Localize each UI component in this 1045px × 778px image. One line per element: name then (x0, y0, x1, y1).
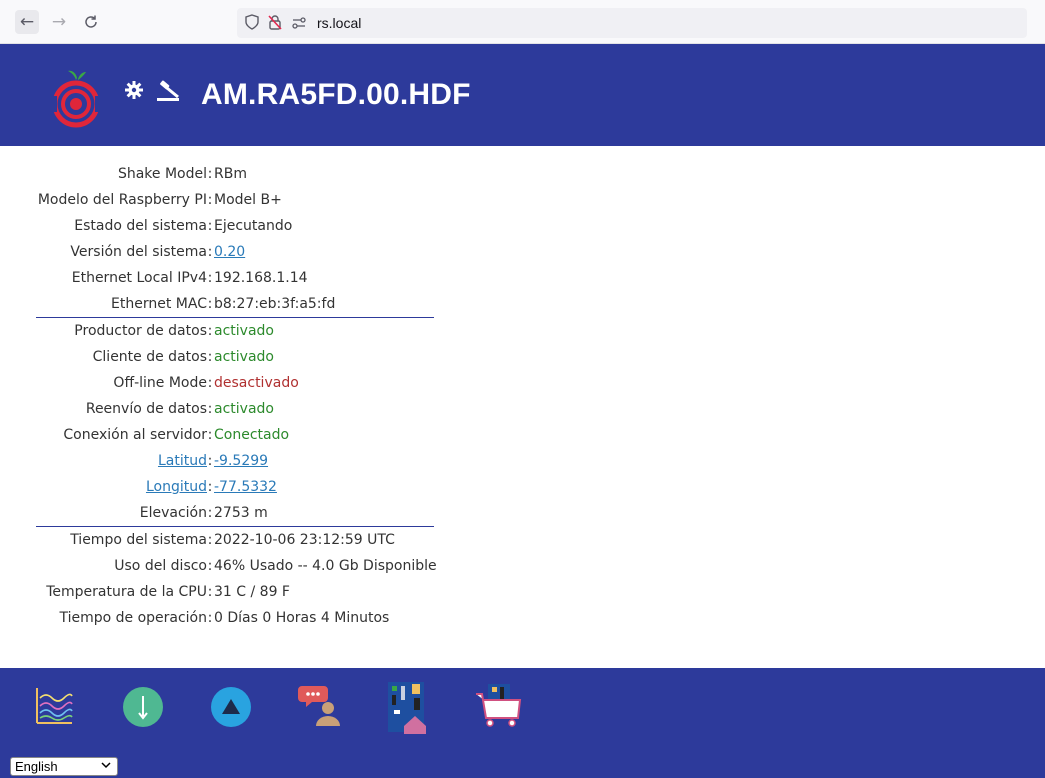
info-label: Versión del sistema (70, 244, 207, 260)
upload-icon[interactable] (210, 686, 252, 733)
shop-cart-icon[interactable] (474, 682, 524, 733)
info-label: Cliente de datos (92, 349, 207, 365)
info-label: Estado del sistema (74, 218, 207, 234)
info-row: Conexión al servidor: Conectado (0, 422, 440, 448)
status-value: desactivado (214, 375, 299, 391)
info-value: Model B+ (214, 192, 282, 208)
longitude-link[interactable]: Longitud (146, 479, 207, 495)
latitude-value-link[interactable]: -9.5299 (213, 453, 268, 469)
info-value: 0 Días 0 Horas 4 Minutos (214, 610, 390, 626)
info-value: 192.168.1.14 (214, 270, 308, 286)
download-icon[interactable] (122, 686, 164, 733)
back-icon[interactable]: ← (15, 10, 39, 34)
info-row: Ethernet Local IPv4:192.168.1.14 (0, 265, 440, 291)
latitude-link[interactable]: Latitud (158, 453, 207, 469)
status-value: activado (214, 349, 274, 365)
info-row: Tiempo de operación:0 Días 0 Horas 4 Min… (0, 605, 440, 631)
info-row: Versión del sistema:0.20 (0, 239, 440, 265)
info-row: Cliente de datos: activado (0, 344, 440, 370)
info-label: Tiempo del sistema (70, 532, 207, 548)
insecure-lock-icon[interactable] (267, 14, 283, 34)
info-label: Reenvío de datos (85, 401, 207, 417)
info-value: 46% Usado -- 4.0 Gb Disponible (214, 558, 437, 574)
page-title: AM.RA5FD.00.HDF (201, 78, 471, 111)
home-board-icon[interactable] (386, 680, 430, 739)
shake-logo[interactable] (50, 66, 102, 128)
url-text[interactable]: rs.local (317, 15, 361, 31)
status-value: Conectado (214, 427, 290, 443)
info-label: Shake Model (117, 166, 207, 182)
info-row: Shake Model: RBm (0, 161, 440, 187)
info-label: Elevación (139, 505, 207, 521)
shield-icon[interactable] (245, 14, 259, 34)
info-row: Uso del disco:46% Usado -- 4.0 Gb Dispon… (0, 553, 440, 579)
info-value: Ejecutando (214, 218, 293, 234)
info-label: Modelo del Raspberry PI (37, 192, 207, 208)
info-row: Modelo del Raspberry PI: Model B+ (0, 187, 440, 213)
page-header: AM.RA5FD.00.HDF (0, 44, 1045, 146)
forward-icon[interactable]: → (47, 10, 71, 34)
info-label: Uso del disco (114, 558, 207, 574)
info-value: RBm (214, 166, 247, 182)
longitude-value-link[interactable]: -77.5332 (213, 479, 277, 495)
status-table: Shake Model: RBm Modelo del Raspberry PI:… (0, 161, 440, 631)
info-value: 2753 m (214, 505, 268, 521)
info-row: Latitud: -9.5299 (157, 453, 269, 469)
info-label: Ethernet Local IPv4 (71, 270, 207, 286)
info-label: Ethernet MAC (111, 296, 207, 312)
info-row: Ethernet MAC: b8:27:eb:3f:a5:fd (0, 291, 440, 317)
browser-toolbar: ← → rs.local (0, 0, 1045, 44)
language-select-value: English (15, 759, 58, 774)
status-value: activado (214, 401, 274, 417)
info-label: Productor de datos (74, 323, 207, 339)
info-value: b8:27:eb:3f:a5:fd (214, 296, 336, 312)
info-row: Elevación:2753 m (0, 500, 440, 526)
support-chat-icon[interactable] (298, 682, 344, 733)
permissions-icon[interactable] (292, 16, 306, 33)
chevron-down-icon (101, 758, 111, 775)
page-footer: English (0, 668, 1045, 778)
info-row: Productor de datos: activado (0, 318, 440, 344)
info-row: Estado del sistema: Ejecutando (0, 213, 440, 239)
gear-icon[interactable] (124, 80, 144, 105)
info-value: 31 C / 89 F (214, 584, 290, 600)
address-bar[interactable]: rs.local (237, 8, 1027, 38)
info-row: Longitud: -77.5332 (145, 479, 277, 495)
info-row: Reenvío de datos: activado (0, 396, 440, 422)
info-row: Tiempo del sistema:2022-10-06 23:12:59 U… (0, 527, 440, 553)
status-value: activado (214, 323, 274, 339)
language-select[interactable]: English (10, 757, 118, 776)
info-row: Off-line Mode: desactivado (0, 370, 440, 396)
info-value: 2022-10-06 23:12:59 UTC (214, 532, 395, 548)
info-label: Temperatura de la CPU (46, 584, 207, 600)
helicorder-icon[interactable] (34, 686, 74, 731)
info-label: Tiempo de operación (59, 610, 207, 626)
version-link[interactable]: 0.20 (213, 244, 245, 260)
reload-icon[interactable] (79, 10, 103, 34)
info-label: Off-line Mode (113, 375, 207, 391)
info-row: Temperatura de la CPU:31 C / 89 F (0, 579, 440, 605)
hammer-icon[interactable] (156, 80, 182, 107)
info-label: Conexión al servidor (63, 427, 207, 443)
